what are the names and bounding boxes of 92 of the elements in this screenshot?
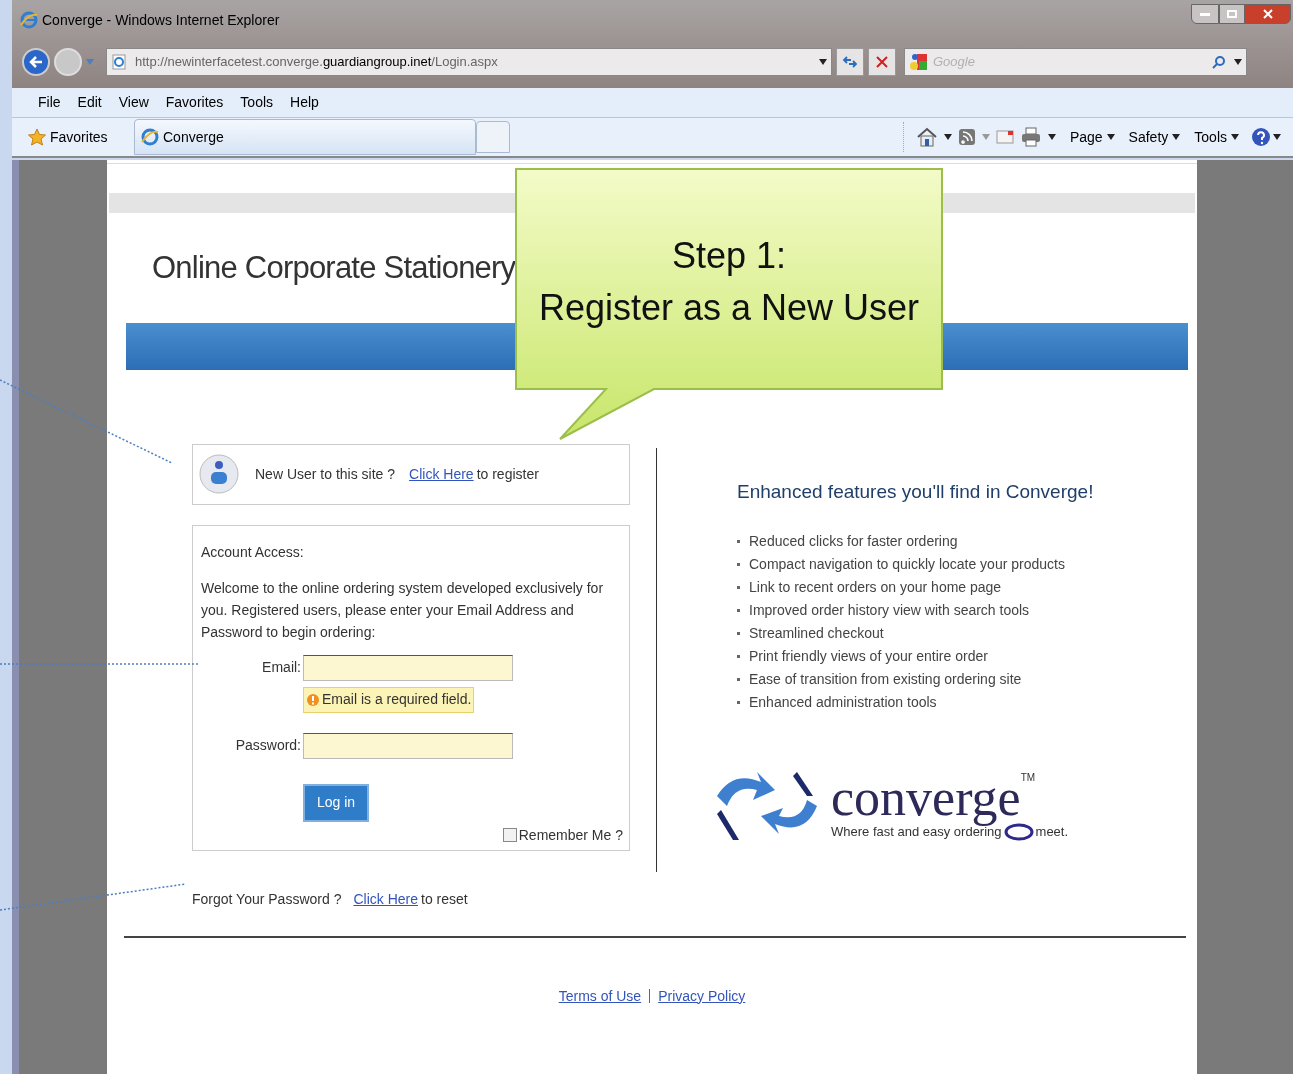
- feed-icon: [957, 128, 976, 146]
- password-label: Password:: [234, 736, 302, 755]
- refresh-icon: [842, 56, 858, 68]
- bullet-icon: [737, 678, 740, 681]
- callout-text: Step 1:: [671, 234, 787, 278]
- feature-item: Enhanced administration tools: [749, 693, 937, 712]
- remember-label: Remember Me ?: [518, 825, 623, 845]
- search-input[interactable]: Google: [933, 52, 1183, 72]
- back-arrow-icon: [29, 56, 43, 68]
- logo-wordmark: converge: [831, 768, 1021, 827]
- help-button[interactable]: [1251, 127, 1281, 147]
- dropdown-caret-icon: [1047, 134, 1056, 140]
- menu-item[interactable]: File: [38, 92, 61, 113]
- feature-item: Improved order history view with search tools: [749, 601, 1030, 620]
- search-icon: [1212, 55, 1226, 69]
- callout-text: Register as a New User: [538, 286, 920, 330]
- email-field[interactable]: [303, 654, 513, 681]
- email-label: Email:: [261, 658, 302, 677]
- feature-item: Print friendly views of your entire order: [749, 647, 988, 666]
- back-button[interactable]: [22, 48, 50, 76]
- log-in-button[interactable]: Log in: [303, 783, 369, 822]
- menu-item[interactable]: Edit: [77, 92, 102, 113]
- dropdown-caret-icon: [1106, 134, 1115, 140]
- google-logo-icon: [909, 52, 929, 72]
- search-field[interactable]: Google: [904, 48, 1247, 76]
- maximize-button[interactable]: [1219, 4, 1245, 24]
- menu-item[interactable]: Tools: [240, 92, 274, 113]
- favorites-button[interactable]: Favorites: [12, 119, 134, 155]
- refresh-button[interactable]: [836, 48, 864, 76]
- help-icon: [1251, 127, 1271, 147]
- user-avatar-icon: [199, 452, 239, 496]
- bullet-icon: [737, 632, 740, 635]
- menu-item[interactable]: Help: [290, 92, 319, 113]
- menu-item[interactable]: View: [118, 92, 149, 113]
- features-heading: Enhanced features you'll find in Converge!: [737, 479, 1094, 504]
- reset-link[interactable]: Click Here: [353, 888, 418, 910]
- command-menu-button[interactable]: Safety: [1128, 126, 1181, 148]
- dropdown-caret-icon: [1172, 134, 1181, 140]
- minimize-button[interactable]: [1191, 4, 1219, 24]
- dropdown-caret-icon: [943, 134, 952, 140]
- address-text: http://newinterfacetest.converge.guardiangroup.inet/Login.aspx: [135, 53, 498, 72]
- new-user-text: New User to this site ?: [255, 464, 396, 484]
- bullet-icon: [737, 609, 740, 612]
- dropdown-caret-icon: [981, 134, 990, 140]
- dropdown-caret-icon: [819, 59, 827, 65]
- welcome-text: Welcome to the online ordering system developed exclusively for you. Registered users, please enter your Email Address and Password to begin ordering:: [201, 578, 605, 642]
- dropdown-caret-icon: [1231, 134, 1239, 140]
- forward-button[interactable]: [54, 48, 82, 76]
- bullet-icon: [737, 586, 740, 589]
- remember-checkbox[interactable]: [502, 828, 517, 842]
- bullet-icon: [737, 563, 740, 566]
- bullet-icon: [737, 540, 740, 543]
- logo-tagline-end: meet.: [1035, 823, 1069, 841]
- feature-item: Ease of transition from existing ordering site: [749, 670, 1022, 689]
- stop-icon: [876, 56, 888, 68]
- warning-icon: [306, 692, 320, 707]
- address-field[interactable]: http://newinterfacetest.converge.guardiangroup.inet/Login.aspx: [106, 48, 832, 76]
- print-icon: [1019, 127, 1042, 147]
- bullet-icon: [737, 655, 740, 658]
- window-title: Converge - Windows Internet Explorer: [42, 10, 280, 30]
- dropdown-caret-icon: [1234, 59, 1242, 65]
- register-text: to register: [476, 464, 539, 484]
- star-icon: [28, 128, 46, 146]
- feature-item: Streamlined checkout: [749, 624, 884, 643]
- footer-link[interactable]: Terms of Use: [558, 985, 642, 1007]
- close-button[interactable]: [1245, 4, 1291, 24]
- reset-text: to reset: [421, 889, 468, 909]
- close-icon: [1263, 9, 1273, 19]
- browser-logo-icon: [141, 128, 159, 146]
- browser-logo-icon: [20, 11, 38, 29]
- trademark-mark: TM: [1020, 771, 1036, 785]
- command-menu-button[interactable]: Tools: [1194, 126, 1239, 148]
- dropdown-caret-icon: [86, 59, 94, 65]
- feature-item: Link to recent orders on your home page: [749, 578, 1002, 597]
- feature-item: Reduced clicks for faster ordering: [749, 532, 958, 551]
- password-field[interactable]: [303, 732, 513, 759]
- email-error-text: Email is a required field.: [322, 690, 472, 709]
- feature-item: Compact navigation to quickly locate your products: [749, 555, 1065, 574]
- stop-button[interactable]: [868, 48, 896, 76]
- mail-icon: [995, 130, 1014, 144]
- home-icon: [915, 127, 938, 147]
- browser-tab[interactable]: Converge: [134, 119, 476, 155]
- command-menu-button[interactable]: Page: [1069, 126, 1115, 148]
- bullet-icon: [737, 701, 740, 704]
- footer-link[interactable]: Privacy Policy: [658, 985, 746, 1007]
- dropdown-caret-icon: [1273, 134, 1281, 140]
- site-title: Online Corporate Stationery: [152, 249, 516, 287]
- page-icon: [111, 54, 127, 70]
- register-link[interactable]: Click Here: [409, 463, 474, 485]
- account-heading: Account Access:: [201, 542, 305, 562]
- forgot-password-text: Forgot Your Password ?: [192, 889, 342, 909]
- menu-item[interactable]: Favorites: [165, 92, 224, 113]
